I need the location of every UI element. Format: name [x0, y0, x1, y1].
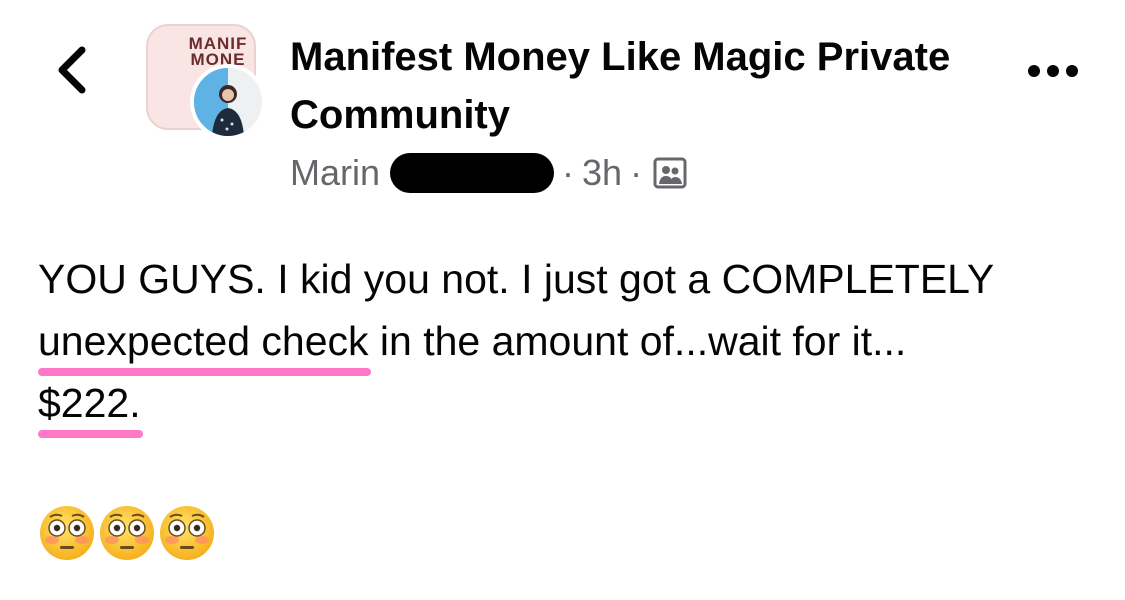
- author-surname-redaction: [390, 153, 555, 193]
- post-line-3: $222.: [38, 372, 1098, 438]
- highlighted-text-unexpected-check: unexpected check: [38, 310, 371, 376]
- more-options-button[interactable]: [1026, 58, 1080, 84]
- post-meta-row: Marin · 3h ·: [290, 150, 688, 196]
- post-line-1: YOU GUYS. I kid you not. I just got a CO…: [38, 256, 995, 302]
- more-options-icon: [1028, 65, 1078, 77]
- back-button[interactable]: [48, 40, 98, 100]
- flushed-face-icon: [100, 506, 154, 560]
- flushed-face-icon: [40, 506, 94, 560]
- avatar-photo: [194, 68, 262, 136]
- meta-separator: ·: [630, 152, 643, 193]
- flushed-face-icon: [160, 506, 214, 560]
- group-logo-text: MANIF MONE: [188, 34, 248, 69]
- group-name-link[interactable]: Manifest Money Like Magic Private Commun…: [290, 28, 970, 144]
- highlighted-text-amount: $222.: [38, 372, 143, 438]
- author-avatar[interactable]: [190, 64, 266, 140]
- author-name[interactable]: Marin: [290, 152, 380, 194]
- post-line-2-rest: in the amount of...wait for it...: [368, 318, 907, 364]
- meta-separator: ·: [562, 152, 575, 193]
- group-audience-icon: [652, 155, 688, 191]
- post-body: YOU GUYS. I kid you not. I just got a CO…: [38, 248, 1098, 438]
- emoji-row: [38, 504, 216, 562]
- post-time[interactable]: 3h: [582, 152, 622, 194]
- chevron-left-icon: [58, 46, 86, 94]
- post-line-2: unexpected check in the amount of...wait…: [38, 310, 1098, 376]
